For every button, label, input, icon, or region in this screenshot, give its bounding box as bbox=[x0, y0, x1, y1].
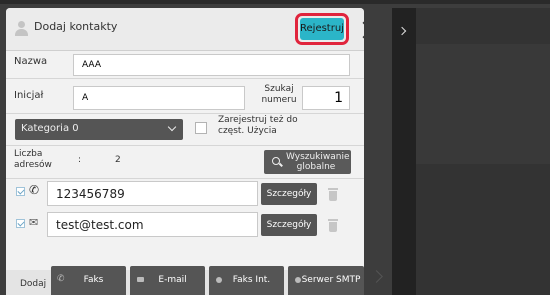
chevron-down-icon bbox=[167, 122, 177, 132]
contact-icon bbox=[15, 21, 28, 36]
trash-icon[interactable] bbox=[328, 188, 338, 201]
entry-checkbox[interactable] bbox=[16, 219, 25, 228]
details-button[interactable]: Szczegóły bbox=[261, 214, 317, 236]
tab-smtp-server[interactable]: Serwer SMTP bbox=[288, 266, 364, 295]
side-panel-toggle[interactable] bbox=[392, 8, 416, 295]
scroll-right-icon[interactable] bbox=[370, 270, 383, 283]
frequent-use-label: Zarejestruj też do częst. Użycia bbox=[218, 115, 298, 136]
close-icon[interactable] bbox=[356, 17, 364, 43]
phone-icon: ✆ bbox=[29, 183, 40, 197]
tab-internet-fax[interactable]: Faks Int. bbox=[209, 266, 284, 295]
details-button[interactable]: Szczegóły bbox=[261, 183, 317, 205]
tab-email[interactable]: E-mail bbox=[130, 266, 205, 295]
frequent-use-checkbox[interactable] bbox=[195, 122, 207, 134]
divider bbox=[6, 145, 364, 146]
dialog-header: Dodaj kontakty Rejestruj bbox=[6, 8, 364, 51]
divider bbox=[6, 113, 364, 114]
mail-icon: ✉ bbox=[29, 216, 39, 229]
global-search-button[interactable]: Wyszukiwanie globalne bbox=[264, 150, 351, 174]
address-count-label: Liczba adresów bbox=[14, 149, 52, 170]
chevron-right-icon bbox=[397, 26, 407, 36]
email-field[interactable]: test@test.com bbox=[47, 212, 258, 237]
search-icon bbox=[272, 157, 280, 165]
top-strip bbox=[0, 0, 550, 4]
search-number-field[interactable]: 1 bbox=[302, 86, 350, 110]
add-contact-dialog: Dodaj kontakty Rejestruj Nazwa AAA Inicj… bbox=[6, 8, 364, 295]
divider bbox=[6, 78, 364, 79]
name-label: Nazwa bbox=[14, 56, 48, 67]
count-separator: : bbox=[78, 155, 82, 165]
initial-field[interactable]: A bbox=[73, 86, 245, 110]
dialog-title: Dodaj kontakty bbox=[34, 20, 118, 33]
fax-number-field[interactable]: 123456789 bbox=[47, 181, 258, 206]
tab-fax[interactable]: ✆ Faks bbox=[51, 266, 126, 295]
background-panel bbox=[416, 8, 550, 295]
divider bbox=[6, 178, 364, 179]
entry-checkbox[interactable] bbox=[16, 187, 25, 196]
register-button[interactable]: Rejestruj bbox=[300, 18, 344, 40]
trash-icon[interactable] bbox=[328, 219, 338, 232]
name-field[interactable]: AAA bbox=[73, 54, 350, 76]
add-label: Dodaj bbox=[20, 279, 47, 289]
address-count-value: 2 bbox=[115, 155, 121, 165]
initial-label: Inicjał bbox=[14, 90, 44, 101]
category-dropdown[interactable]: Kategoria 0 bbox=[15, 119, 183, 140]
search-number-label: Szukaj numeru bbox=[261, 84, 297, 105]
